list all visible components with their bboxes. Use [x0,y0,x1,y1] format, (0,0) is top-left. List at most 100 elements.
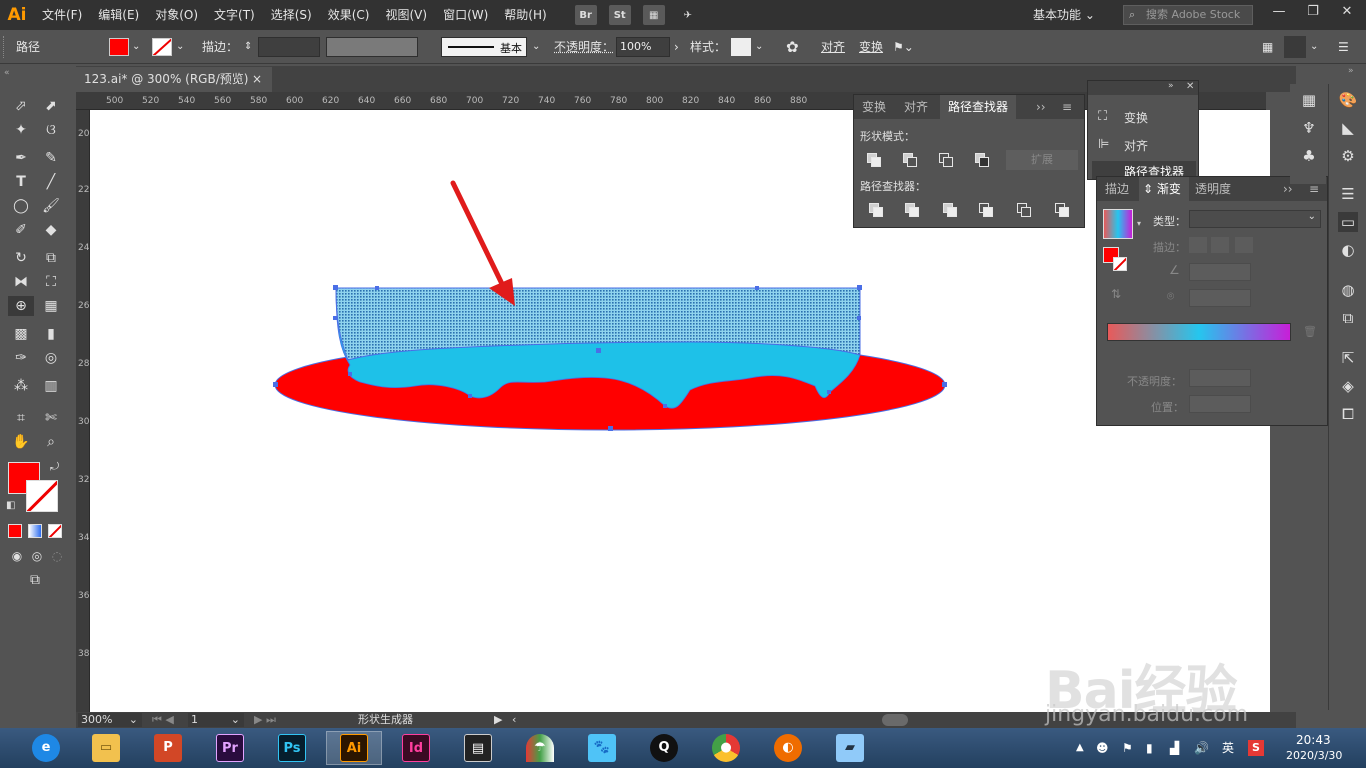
gradient-panel-icon[interactable]: ▭ [1338,212,1358,232]
close-panel-group-icon[interactable]: ✕ [1186,81,1194,92]
taskbar-qq[interactable]: Q [636,731,692,765]
crop-button[interactable] [976,201,996,219]
minus-back-button[interactable] [1052,201,1072,219]
mini-transform[interactable]: 变换 [1124,109,1148,126]
workspace-switcher[interactable]: 基本功能 ⌄ [1033,0,1095,30]
menu-type[interactable]: 文字(T) [206,0,263,30]
bridge-button[interactable]: Br [574,5,597,25]
artwork[interactable] [90,110,1270,712]
curvature-tool-icon[interactable]: ✎ [40,148,62,168]
gradient-tool-icon[interactable]: ▮ [40,324,62,344]
stroke-swatch[interactable] [152,38,172,56]
divide-button[interactable] [866,201,886,219]
eyedropper-tool-icon[interactable]: ✑ [10,348,32,368]
menu-help[interactable]: 帮助(H) [496,0,554,30]
tray-expand-icon[interactable]: ▲ [1076,728,1084,768]
menu-select[interactable]: 选择(S) [263,0,320,30]
ellipse-tool-icon[interactable]: ◯ [10,196,32,216]
taskbar-video[interactable]: ▤ [450,731,506,765]
brush-dropdown-icon[interactable]: ⌄ [532,32,540,62]
menu-file[interactable]: 文件(F) [34,0,90,30]
mesh-tool-icon[interactable]: ▩ [10,324,32,344]
controlbar-menu-icon[interactable]: ☰ [1338,32,1349,62]
aspect-ratio-input[interactable] [1189,289,1251,307]
transform-panel-icon[interactable]: ⛶ [1098,109,1107,124]
tray-qq-icon[interactable]: ☻ [1096,728,1109,768]
selection-tool-icon[interactable]: ⬀ [10,96,32,116]
reverse-gradient-icon[interactable]: ⇅ [1111,287,1121,301]
panel-collapse-icon[interactable]: ›› [1036,95,1046,119]
default-colors-icon[interactable]: ◧ [6,500,15,511]
taskbar-ie[interactable]: e [18,731,74,765]
opacity-input[interactable]: 100% [616,37,670,57]
status-menu-icon[interactable]: ▶ [494,712,502,728]
stop-position-input[interactable] [1189,395,1251,413]
appearance-icon[interactable]: ◍ [1338,280,1358,300]
tab-pathfinder[interactable]: 路径查找器 [940,95,1017,119]
perspective-grid-tool-icon[interactable]: ▦ [40,296,62,316]
stroke-stepper[interactable]: ⇕ [244,32,252,62]
taskbar-firefox[interactable]: ◐ [760,731,816,765]
merge-button[interactable] [940,201,960,219]
tab-stroke[interactable]: 描边 [1097,177,1137,201]
gpu-performance-icon[interactable]: ✈ [677,5,699,25]
stroke-weight-input[interactable] [258,37,320,57]
last-artboard-icon[interactable]: ▶ ⏭ [254,712,276,728]
fill-dropdown-icon[interactable]: ⌄ [132,32,140,62]
minimize-button[interactable]: — [1262,0,1296,26]
free-transform-tool-icon[interactable]: ⛶ [40,272,62,292]
menu-effect[interactable]: 效果(C) [320,0,378,30]
draw-behind-icon[interactable]: ◎ [26,546,48,566]
scroll-left-icon[interactable]: ‹ [512,712,516,728]
symbols-icon[interactable]: ♣ [1299,146,1319,166]
color-mode-icon[interactable] [8,524,22,538]
tray-network-icon[interactable]: ▟ [1170,728,1179,768]
tab-align[interactable]: 对齐 [896,95,936,119]
clock-time[interactable]: 20:43 [1296,733,1331,747]
first-artboard-icon[interactable]: ⏮ ◀ [152,712,174,728]
stroke-across-button[interactable] [1235,237,1253,253]
transform-link[interactable]: 变换 [859,32,883,62]
line-tool-icon[interactable]: ╱ [40,172,62,192]
close-window-button[interactable]: ✕ [1330,0,1364,26]
draw-inside-icon[interactable]: ◌ [46,546,68,566]
style-swatch[interactable] [731,38,751,56]
export-icon[interactable]: ⇱ [1338,348,1358,368]
menu-edit[interactable]: 编辑(E) [90,0,147,30]
fill-swatch[interactable] [109,38,129,56]
intersect-button[interactable] [936,151,956,169]
width-tool-icon[interactable]: ⧓ [10,272,32,292]
hand-tool-icon[interactable]: ✋ [10,432,32,452]
mini-align[interactable]: 对齐 [1124,137,1148,154]
stock-search-input[interactable]: ⌕ 搜索 Adobe Stock [1123,5,1253,25]
tray-volume-icon[interactable]: 🔊 [1194,728,1209,768]
taskbar-illustrator[interactable]: Ai [326,731,382,765]
graphic-styles-icon[interactable]: ⧉ [1338,308,1358,328]
arrange-icon[interactable]: ▦ [1262,32,1273,62]
zoom-tool-icon[interactable]: ⌕ [40,432,62,452]
scale-tool-icon[interactable]: ⧉ [40,248,62,268]
taskbar-dog-app[interactable]: 🐾 [574,731,630,765]
clock-date[interactable]: 2020/3/30 [1286,749,1342,762]
color-icon[interactable]: 🎨 [1338,90,1358,110]
shaper-tool-icon[interactable]: ✐ [10,220,32,240]
unite-button[interactable] [864,151,884,169]
menu-view[interactable]: 视图(V) [377,0,435,30]
slice-tool-icon[interactable]: ✄ [40,408,62,428]
layers-icon[interactable]: ◈ [1338,376,1358,396]
stroke-dropdown-icon[interactable]: ⌄ [176,32,184,62]
collapse-dock-icon[interactable]: » [1348,66,1354,76]
artboard-number-select[interactable]: 1 ⌄ [188,713,244,727]
stock-button[interactable]: St [608,5,631,25]
taskbar-chrome[interactable]: ● [698,731,754,765]
tab-transform[interactable]: 变换 [854,95,894,119]
none-mode-icon[interactable] [48,524,62,538]
gradient-type-select[interactable]: ⌄ [1189,210,1321,228]
recolor-icon[interactable]: ✿ [786,32,799,62]
exclude-button[interactable] [972,151,992,169]
taskbar-premiere[interactable]: Pr [202,731,258,765]
gradient-preview-swatch[interactable] [1103,209,1133,239]
delete-stop-icon[interactable]: 🗑 [1303,325,1317,338]
taskbar-indesign[interactable]: Id [388,731,444,765]
artboard[interactable] [90,110,1270,712]
